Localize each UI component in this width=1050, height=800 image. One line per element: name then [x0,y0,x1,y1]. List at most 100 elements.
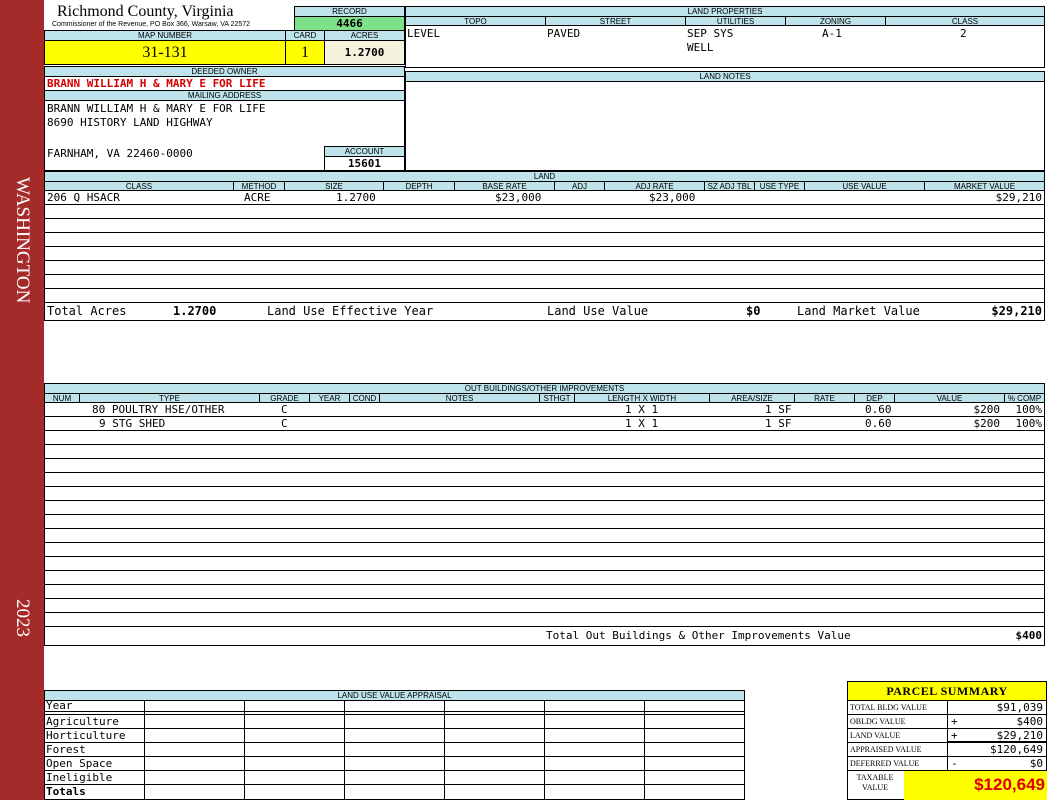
summary-taxable-label-1: TAXABLE [856,773,894,782]
land-market-value-total: $29,210 [991,304,1042,318]
outbuilding-row [44,585,1045,599]
utilities-value-2: WELL [687,41,714,54]
summary-obldg-label: OBLDG VALUE [850,717,906,726]
commissioner-address: Commissioner of the Revenue, PO Box 366,… [52,21,251,28]
land-row [44,261,1045,275]
summary-obldg-op: + [951,715,958,728]
outbuilding-row [44,501,1045,515]
class-value: 2 [960,27,967,40]
ob-header-type: TYPE [79,393,260,403]
map-number: 31-131 [44,40,286,65]
land-method: ACRE [244,191,271,204]
land-row [44,247,1045,261]
ob-header-area-size: AREA/SIZE [709,393,795,403]
account-number: 15601 [324,156,405,171]
utilities-header: UTILITIES [685,16,786,26]
ob-header-num: NUM [44,393,80,403]
lu-agriculture-label: Agriculture [46,715,119,728]
ob-header-sthgt: STHGT [539,393,575,403]
lu-ineligible-label: Ineligible [46,771,113,784]
outbuilding-row: 80 POULTRY HSE/OTHER C 1 X 1 1 SF 0.60 $… [44,403,1045,417]
ob-header-cond: COND [349,393,380,403]
acres-value: 1.2700 [324,40,405,65]
tax-year: 2023 [12,599,33,637]
mailing-line-2: 8690 HISTORY LAND HIGHWAY [47,116,213,129]
outbuilding-row [44,599,1045,613]
summary-deferred-value: $0 [1029,757,1043,770]
outbuilding-row [44,613,1045,627]
summary-land-op: + [951,729,958,742]
land-class: 206 Q HSACR [47,191,120,204]
land-totals-row: Total Acres 1.2700 Land Use Effective Ye… [44,303,1045,321]
ob-length-width: 1 X 1 [625,403,659,416]
land-market-value: $29,210 [995,191,1042,204]
outbuilding-row [44,557,1045,571]
taxable-value-box: $120,649 [904,771,1047,800]
summary-appraised-value: $120,649 [990,743,1043,756]
lu-open-space-label: Open Space [46,757,113,770]
summary-obldg-value: $400 [1016,715,1044,728]
land-header-use-value: USE VALUE [804,181,925,191]
summary-taxable-value: $120,649 [974,775,1045,794]
ob-type: 80 POULTRY HSE/OTHER [92,403,225,416]
lu-year-label: Year [46,699,73,712]
ob-header-value: VALUE [894,393,1005,403]
district-name: WASHINGTON [12,176,33,304]
land-header-method: METHOD [233,181,285,191]
land-row [44,219,1045,233]
summary-bldg-label: TOTAL BLDG VALUE [850,703,927,712]
lu-totals-label: Totals [46,785,86,798]
summary-deferred-op: - [951,757,958,770]
summary-deferred-label: DEFERRED VALUE [850,759,920,768]
land-row [44,205,1045,219]
outbuilding-row [44,543,1045,557]
land-header-adj: ADJ [554,181,605,191]
zoning-value: A-1 [822,27,842,40]
outbuilding-row [44,487,1045,501]
land-size: 1.2700 [336,191,376,204]
land-notes-box [405,81,1045,171]
mailing-line-3: FARNHAM, VA 22460-0000 [47,147,193,160]
land-row [44,233,1045,247]
land-use-value: $0 [746,304,761,318]
ob-grade: C [281,417,288,430]
ob-header-dep: DEP [854,393,895,403]
mailing-line-1: BRANN WILLIAM H & MARY E FOR LIFE [47,102,266,115]
outbuilding-row [44,515,1045,529]
summary-land-label: LAND VALUE [850,731,901,740]
land-adj-rate: $23,000 [649,191,696,204]
topo-header: TOPO [405,16,546,26]
land-header-adj-rate: ADJ RATE [604,181,705,191]
ob-area: 1 SF [765,403,792,416]
ob-type: 9 STG SHED [99,417,166,430]
outbuilding-row [44,473,1045,487]
ob-grade: C [281,403,288,416]
outbuilding-row [44,445,1045,459]
land-use-appraisal-table: Year Agriculture Horticulture Forest Ope… [44,700,745,800]
ob-value: $200 [973,417,1001,430]
land-row [44,275,1045,289]
land-row [44,289,1045,303]
land-base-rate: $23,000 [495,191,542,204]
ob-length-width: 1 X 1 [625,417,659,430]
outbuilding-row [44,571,1045,585]
land-header-depth: DEPTH [383,181,455,191]
land-use-effective-year-label: Land Use Effective Year [267,304,434,318]
outbuildings-total: $400 [1015,629,1043,642]
class-header: CLASS [885,16,1045,26]
land-header-sz-adj-tbl: SZ ADJ TBL [704,181,755,191]
county-title: Richmond County, Virginia [57,3,234,20]
ob-header-length-width: LENGTH X WIDTH [574,393,710,403]
ob-header-notes: NOTES [379,393,540,403]
land-header-size: SIZE [284,181,384,191]
land-row: 206 Q HSACR ACRE 1.2700 $23,000 $23,000 … [44,191,1045,205]
ob-area: 1 SF [765,417,792,430]
zoning-header: ZONING [785,16,886,26]
outbuildings-total-label: Total Out Buildings & Other Improvements… [546,629,851,642]
ob-header-comp: % COMP [1004,393,1045,403]
land-header-base-rate: BASE RATE [454,181,555,191]
outbuilding-row [44,459,1045,473]
parcel-summary-box: TOTAL BLDG VALUE $91,039 OBLDG VALUE + $… [847,700,1047,800]
outbuilding-row: 9 STG SHED C 1 X 1 1 SF 0.60 $200 100% [44,417,1045,431]
lu-horticulture-label: Horticulture [46,729,126,742]
